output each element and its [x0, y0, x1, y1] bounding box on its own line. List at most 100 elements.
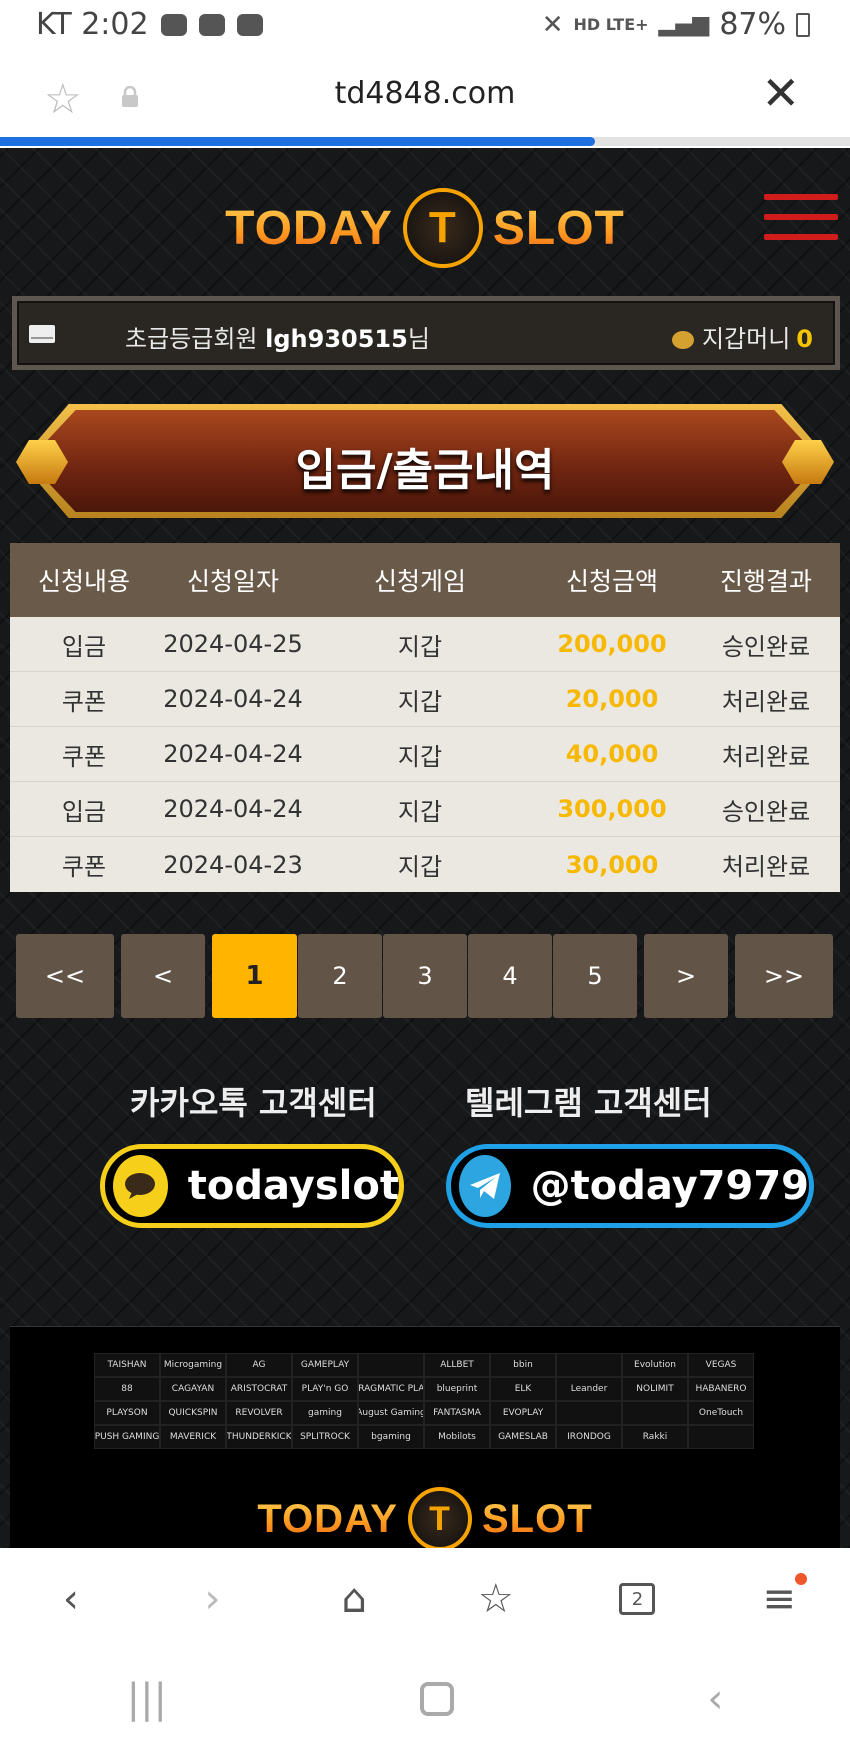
kakao-support-title: 카카오톡 고객센터 [130, 1084, 377, 1122]
cell-amount: 20,000 [565, 685, 659, 713]
provider-logo: ELK [490, 1377, 556, 1401]
recents-icon[interactable]: ||| [127, 1676, 167, 1722]
page-prev-button[interactable]: < [121, 934, 205, 1018]
page-load-progress [0, 137, 850, 146]
provider-logo [622, 1401, 688, 1425]
provider-logo: THUNDERKICK [226, 1425, 292, 1449]
provider-logo: ARISTOCRAT [226, 1377, 292, 1401]
table-row: 쿠폰 2024-04-24 지갑 40,000 처리완료 [10, 727, 840, 782]
telegram-id: @today7979 [530, 1163, 809, 1209]
carrier-time: KT 2:02 [36, 7, 149, 42]
logo-emblem-icon: T [402, 188, 483, 268]
provider-logo: SPLITROCK [292, 1425, 358, 1449]
back-icon[interactable]: ‹ [41, 1569, 101, 1629]
cell-amount: 30,000 [565, 850, 659, 879]
telegram-icon [459, 1155, 511, 1217]
menu-hamburger-icon[interactable] [764, 194, 838, 254]
bookmarks-icon[interactable]: ☆ [466, 1569, 526, 1629]
page-last-button[interactable]: >> [735, 934, 833, 1018]
page-4-button[interactable]: 4 [468, 934, 552, 1018]
page-first-button[interactable]: << [16, 934, 114, 1018]
cell-result: 처리완료 [721, 853, 811, 881]
member-info-bar: 초급등급회원 lgh930515님 지갑머니 0 [12, 296, 840, 370]
header-game: 신청게임 [373, 567, 466, 596]
header-amount: 신청금액 [565, 567, 658, 596]
kakaotalk-icon [113, 1155, 168, 1217]
cell-type: 쿠폰 [61, 742, 107, 771]
table-row: 쿠폰 2024-04-23 지갑 30,000 처리완료 [10, 837, 840, 892]
provider-logo: Rakki [622, 1425, 688, 1449]
cell-game: 지갑 [397, 853, 443, 881]
footer-logo: TODAY T SLOT [10, 1487, 840, 1548]
cell-amount: 200,000 [557, 630, 667, 658]
provider-logo: gaming [292, 1401, 358, 1425]
pagination: << < 1 2 3 4 5 > >> [16, 934, 833, 1018]
provider-logo-grid: TAISHAN Microgaming AG GAMEPLAY ALLBET bbin Ev… [94, 1353, 754, 1449]
provider-logo [556, 1401, 622, 1425]
forward-icon[interactable]: › [182, 1569, 242, 1629]
provider-logo: PLAY'n GO [292, 1377, 358, 1401]
member-grade: 초급등급회원 lgh930515님 [125, 319, 430, 354]
footer-logo-emblem-icon: T [407, 1487, 472, 1548]
url-text[interactable]: td4848.com [0, 76, 850, 111]
tab-count: 2 [619, 1583, 656, 1615]
mail-icon[interactable] [29, 325, 55, 343]
kakao-contact-button[interactable]: todayslot [100, 1144, 404, 1228]
provider-logo: PRAGMATIC PLAY [358, 1377, 424, 1401]
page-3-button[interactable]: 3 [383, 934, 467, 1018]
table-row: 입금 2024-04-25 지갑 200,000 승인완료 [10, 617, 840, 672]
system-back-icon[interactable]: ‹ [707, 1676, 723, 1722]
header-result: 진행결과 [719, 567, 812, 596]
cell-date: 2024-04-23 [163, 850, 303, 879]
battery-icon [796, 12, 810, 37]
provider-logo: ALLBET [424, 1353, 490, 1377]
site-logo[interactable]: TODAY T SLOT [0, 188, 850, 268]
telegram-contact-button[interactable]: @today7979 [446, 1144, 814, 1228]
cell-result: 승인완료 [721, 797, 811, 826]
provider-logo: PUSH GAMING [94, 1425, 160, 1449]
tabs-button[interactable]: 2 [607, 1569, 667, 1629]
mute-icon: ✕ [541, 9, 564, 40]
menu-icon[interactable]: ≡ [749, 1569, 809, 1629]
cell-date: 2024-04-24 [163, 795, 303, 823]
battery-text: 87% [719, 7, 786, 42]
provider-logo: REVOLVER [226, 1401, 292, 1425]
home-icon[interactable]: ⌂ [324, 1569, 384, 1629]
table-row: 입금 2024-04-24 지갑 300,000 승인완료 [10, 782, 840, 837]
kakao-id: todayslot [187, 1163, 399, 1209]
cell-type: 쿠폰 [61, 687, 107, 716]
signal-icon: ▂▄▆ [658, 12, 710, 37]
telegram-support-title: 텔레그램 고객센터 [465, 1084, 712, 1122]
wallet-label: 지갑머니 [701, 325, 791, 353]
footer: TAISHAN Microgaming AG GAMEPLAY ALLBET bbin Ev… [10, 1326, 840, 1548]
provider-logo [556, 1353, 622, 1377]
cell-amount: 300,000 [557, 795, 667, 823]
page-5-button[interactable]: 5 [553, 934, 637, 1018]
page-next-button[interactable]: > [644, 934, 728, 1018]
cell-game: 지갑 [397, 632, 443, 661]
chat-icon [198, 13, 225, 36]
provider-logo: MAVERICK [160, 1425, 226, 1449]
provider-logo [688, 1425, 754, 1449]
cell-result: 처리완료 [721, 687, 811, 716]
provider-logo: EVOPLAY [490, 1401, 556, 1425]
table-row: 쿠폰 2024-04-24 지갑 20,000 처리완료 [10, 672, 840, 727]
footer-logo-text-left: TODAY [257, 1496, 398, 1541]
home-button-icon[interactable] [420, 1681, 455, 1716]
close-icon[interactable]: ✕ [761, 66, 800, 120]
message-icon [160, 13, 187, 36]
provider-logo: NOLIMIT [622, 1377, 688, 1401]
cell-type: 쿠폰 [61, 853, 107, 881]
wallet-amount: 0 [796, 325, 813, 353]
page-1-button[interactable]: 1 [212, 934, 297, 1018]
provider-logo: HABANERO [688, 1377, 754, 1401]
page-title: 입금/출금내역 [295, 445, 555, 496]
cell-game: 지갑 [397, 687, 443, 716]
url-bar: ☆ td4848.com ✕ [0, 52, 850, 138]
cell-date: 2024-04-24 [163, 685, 303, 713]
provider-logo: 88 [94, 1377, 160, 1401]
logo-text-right: SLOT [492, 201, 625, 255]
logo-text-left: TODAY [225, 201, 393, 255]
page-2-button[interactable]: 2 [298, 934, 382, 1018]
provider-logo: FANTASMA [424, 1401, 490, 1425]
